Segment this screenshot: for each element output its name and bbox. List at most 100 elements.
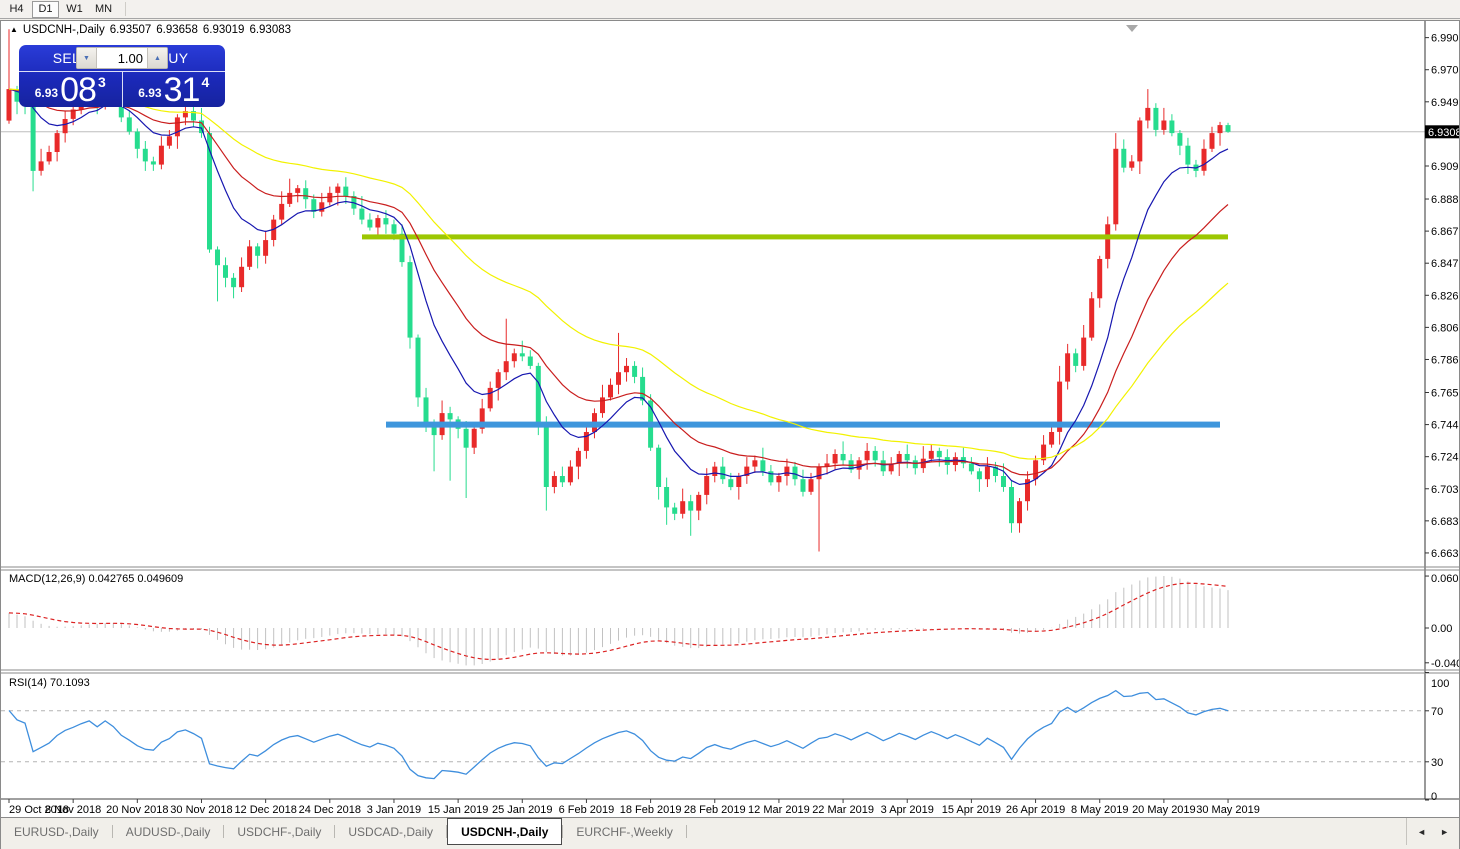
- buy-price-sup: 4: [201, 74, 209, 90]
- candle: [488, 388, 493, 408]
- candle: [464, 429, 469, 448]
- candle: [624, 366, 629, 372]
- chart-expand-icon[interactable]: ▲: [10, 25, 18, 34]
- candle: [833, 454, 838, 463]
- candle: [752, 460, 757, 466]
- time-axis-label: 30 May 2019: [1196, 804, 1260, 816]
- candle: [937, 451, 942, 457]
- timeframe-button-mn[interactable]: MN: [90, 1, 117, 18]
- time-axis-label: 15 Apr 2019: [942, 804, 1001, 816]
- candle: [504, 361, 509, 372]
- rsi-axis-label: 30: [1431, 757, 1443, 769]
- timeframe-button-h4[interactable]: H4: [3, 1, 30, 18]
- tab-eurchf[interactable]: EURCHF-,Weekly: [563, 818, 685, 845]
- tab-usdchf[interactable]: USDCHF-,Daily: [224, 818, 334, 845]
- candle: [151, 161, 156, 164]
- candle: [383, 218, 388, 224]
- candle: [1177, 133, 1182, 146]
- candle: [760, 460, 765, 471]
- price-axis-label: 6.94990: [1431, 97, 1459, 109]
- candle: [793, 467, 798, 480]
- tab-scroll-left-button[interactable]: ◄: [1417, 827, 1426, 837]
- candle: [408, 262, 413, 338]
- time-axis-label: 20 May 2019: [1132, 804, 1196, 816]
- candle: [1089, 298, 1094, 337]
- tab-eurusd[interactable]: EURUSD-,Daily: [1, 818, 112, 845]
- candle: [528, 357, 533, 366]
- price-axis-label: 6.97030: [1431, 65, 1459, 77]
- sell-price-sup: 3: [98, 74, 106, 90]
- volume-input[interactable]: [97, 48, 147, 68]
- candle: [712, 467, 717, 476]
- tab-scroll-right-button[interactable]: ►: [1440, 827, 1449, 837]
- candle: [576, 451, 581, 467]
- candle: [680, 501, 685, 514]
- candle: [7, 89, 12, 121]
- tab-separator: [686, 825, 687, 838]
- candle: [47, 152, 52, 161]
- candle: [31, 106, 36, 170]
- candle: [568, 467, 573, 483]
- candle: [809, 479, 814, 492]
- candle: [696, 495, 701, 511]
- horizontal-ray-resistance[interactable]: [362, 234, 1228, 239]
- candle: [215, 250, 220, 266]
- price-chart-canvas[interactable]: 6.990706.970306.949906.909106.888106.867…: [1, 21, 1459, 817]
- candle: [1137, 121, 1142, 162]
- candle: [841, 454, 846, 460]
- candle: [263, 240, 268, 256]
- tab-usdcad[interactable]: USDCAD-,Daily: [335, 818, 446, 845]
- candle: [1033, 460, 1038, 479]
- candle: [1202, 149, 1207, 171]
- candle: [873, 451, 878, 460]
- price-axis-label: 6.88810: [1431, 194, 1459, 206]
- candle: [1017, 501, 1022, 523]
- timeframe-button-w1[interactable]: W1: [61, 1, 88, 18]
- sell-price[interactable]: 6.93 08 3: [19, 72, 123, 107]
- volume-decrease-button[interactable]: ▼: [77, 48, 97, 68]
- candle: [817, 467, 822, 480]
- candle: [1113, 149, 1118, 225]
- rsi-axis-label: 70: [1431, 706, 1443, 718]
- time-axis-label: 30 Nov 2018: [170, 804, 232, 816]
- price-axis-label: 6.66310: [1431, 548, 1459, 560]
- candle: [448, 413, 453, 419]
- candle: [865, 451, 870, 460]
- buy-price-big: 31: [164, 76, 200, 105]
- chart-layers: 6.990706.970306.949906.909106.888106.867…: [1, 21, 1459, 817]
- tab-usdcnh[interactable]: USDCNH-,Daily: [447, 818, 562, 845]
- price-axis-label: 6.76510: [1431, 387, 1459, 399]
- candle: [520, 353, 525, 356]
- buy-price[interactable]: 6.93 31 4: [123, 72, 226, 107]
- price-axis-label: 6.86770: [1431, 226, 1459, 238]
- timeframe-button-d1[interactable]: D1: [32, 1, 59, 18]
- candle: [367, 220, 372, 228]
- candle: [392, 224, 397, 233]
- candle: [881, 460, 886, 471]
- one-click-trading-panel: SELL BUY ▼ ▲ 6.93 08 3 6.93 31 4: [19, 45, 225, 107]
- candle: [335, 187, 340, 193]
- candle: [672, 508, 677, 514]
- chart-title: ▲ USDCNH-,Daily 6.93507 6.93658 6.93019 …: [10, 24, 291, 36]
- candle: [640, 377, 645, 401]
- time-axis-label: 28 Feb 2019: [684, 804, 746, 816]
- tab-audusd[interactable]: AUDUSD-,Daily: [113, 818, 224, 845]
- macd-label: MACD(12,26,9) 0.042765 0.049609: [9, 573, 183, 585]
- candle: [704, 476, 709, 495]
- chevron-up-icon: ▲: [154, 55, 161, 62]
- volume-stepper: ▼ ▲: [76, 47, 168, 69]
- candle: [127, 117, 132, 131]
- candle: [1081, 338, 1086, 366]
- candle: [1169, 121, 1174, 134]
- candle: [560, 476, 565, 482]
- chart-tab-bar: EURUSD-,DailyAUDUSD-,DailyUSDCHF-,DailyU…: [1, 817, 1459, 845]
- candle: [472, 429, 477, 448]
- candle: [175, 117, 180, 136]
- candle: [1009, 487, 1014, 523]
- candle: [416, 338, 421, 398]
- candle: [1153, 108, 1158, 130]
- candle: [1210, 133, 1215, 149]
- time-axis-label: 24 Dec 2018: [299, 804, 361, 816]
- volume-increase-button[interactable]: ▲: [147, 48, 167, 68]
- candle: [39, 161, 44, 170]
